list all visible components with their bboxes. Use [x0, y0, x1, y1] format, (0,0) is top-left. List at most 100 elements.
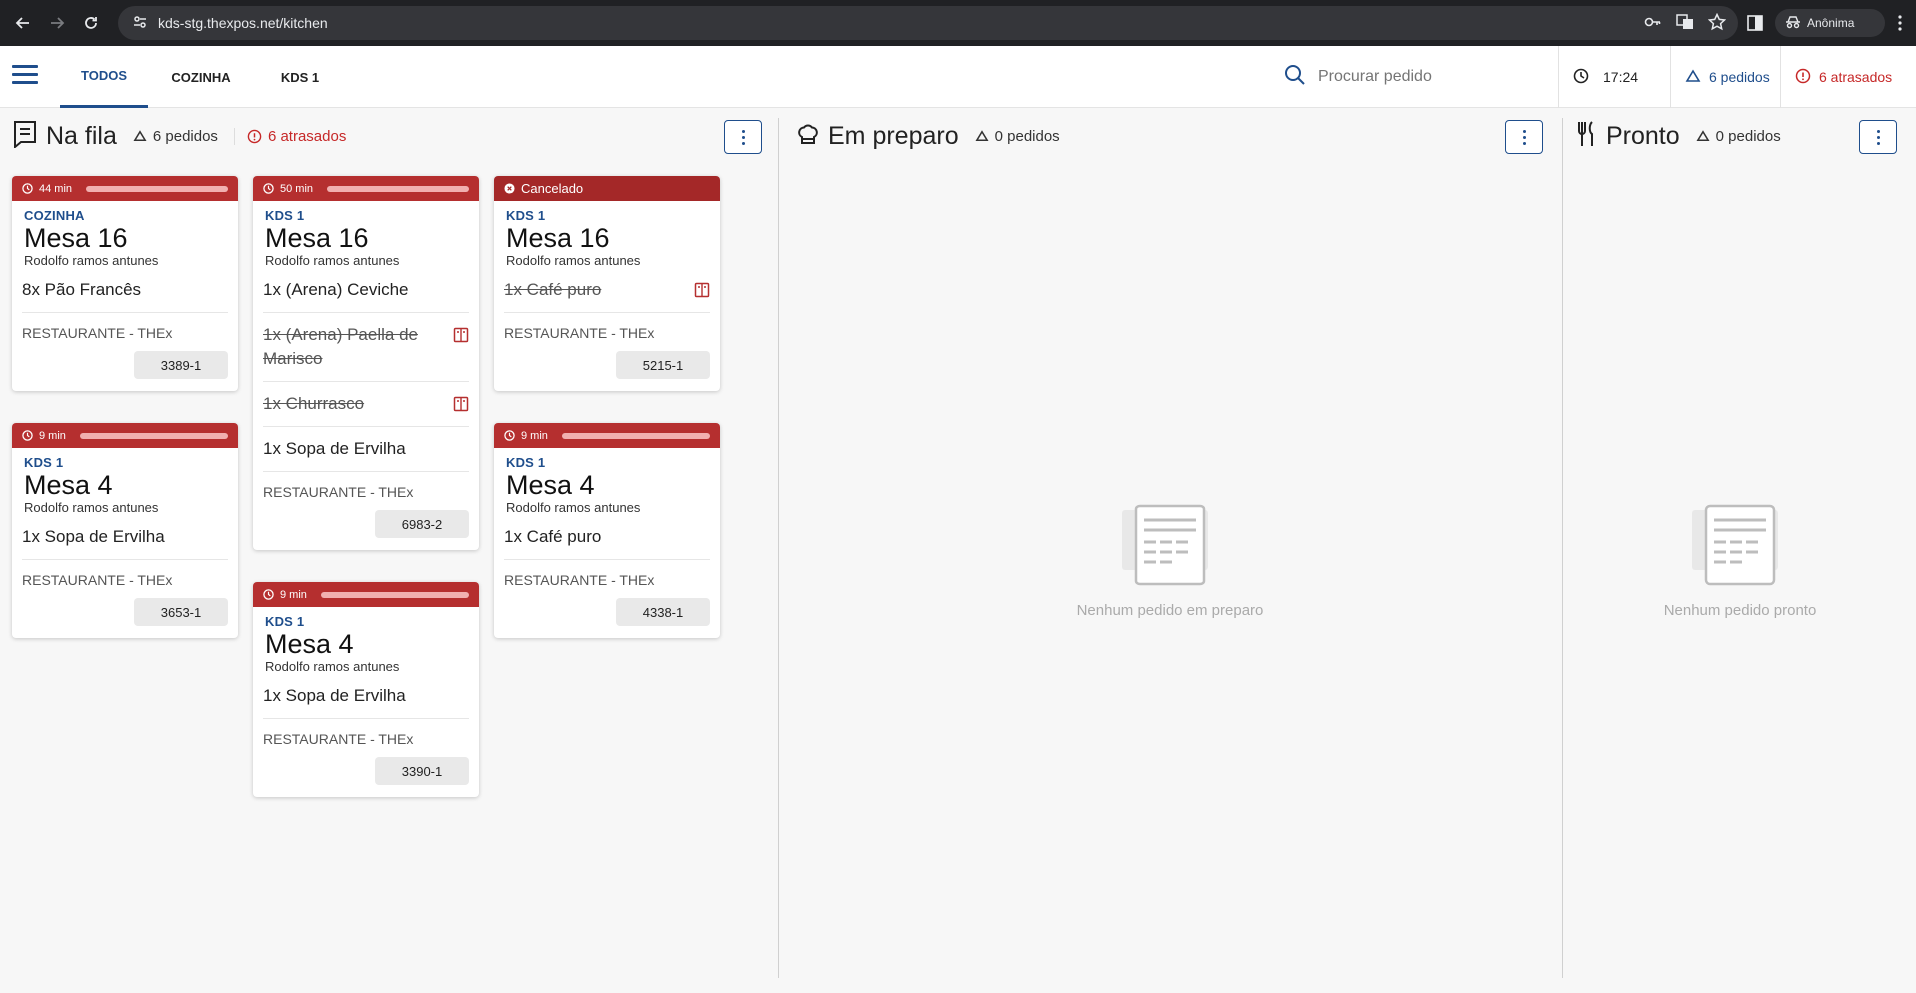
- cancel-circle-icon: [504, 183, 515, 194]
- order-sector: KDS 1: [265, 208, 305, 223]
- forward-icon[interactable]: [42, 8, 72, 38]
- order-restaurant: RESTAURANTE - THEx: [263, 731, 414, 747]
- alert-circle-icon: [1795, 68, 1811, 87]
- order-code-badge: 4338-1: [616, 598, 710, 626]
- empty-ready-text: Nenhum pedido pronto: [1663, 602, 1817, 619]
- total-orders-count: 6 pedidos: [1709, 69, 1770, 85]
- order-sector: KDS 1: [506, 455, 546, 470]
- column-title: Na fila: [46, 121, 117, 150]
- search-input[interactable]: [1318, 68, 1538, 86]
- order-item[interactable]: 8x Pão Francês: [22, 278, 228, 313]
- incognito-profile-button[interactable]: Anônima: [1775, 9, 1885, 37]
- incognito-icon: [1785, 14, 1801, 33]
- order-card[interactable]: 9 min KDS 1 Mesa 4 Rodolfo ramos antunes…: [12, 423, 238, 638]
- column-title: Em preparo: [828, 121, 959, 150]
- address-bar[interactable]: kds-stg.thexpos.net/kitchen: [118, 6, 1738, 40]
- order-sector: COZINHA: [24, 208, 85, 223]
- order-timer: 9 min: [39, 429, 66, 442]
- order-code-badge: 3390-1: [375, 757, 469, 785]
- order-code-badge: 6983-2: [375, 510, 469, 538]
- clock-icon: [22, 430, 33, 441]
- clock-time: 17:24: [1603, 69, 1639, 85]
- more-vert-icon: [1876, 128, 1880, 146]
- menu-book-icon[interactable]: [453, 327, 469, 343]
- triangle-icon: [1696, 130, 1710, 142]
- order-restaurant: RESTAURANTE - THEx: [504, 325, 655, 341]
- order-card[interactable]: Cancelado KDS 1 Mesa 16 Rodolfo ramos ant…: [494, 176, 720, 391]
- order-item-text: 1x (Arena) Paella de Marisco: [263, 325, 418, 368]
- order-sector: KDS 1: [506, 208, 546, 223]
- order-sector: KDS 1: [24, 455, 64, 470]
- order-item[interactable]: 1x Café puro: [504, 525, 710, 560]
- tab-cozinha[interactable]: COZINHA: [160, 46, 242, 108]
- total-late-stat: 6 atrasados: [1780, 46, 1916, 108]
- translate-icon[interactable]: [1676, 13, 1694, 34]
- total-orders-stat: 6 pedidos: [1670, 46, 1780, 108]
- order-table: Mesa 4: [265, 629, 354, 659]
- order-card[interactable]: 9 min KDS 1 Mesa 4 Rodolfo ramos antunes…: [253, 582, 479, 797]
- order-code-badge: 5215-1: [616, 351, 710, 379]
- order-item[interactable]: 1x (Arena) Ceviche: [263, 278, 469, 313]
- hamburger-menu-icon[interactable]: [12, 65, 38, 89]
- timer-bar: 9 min: [494, 423, 720, 448]
- order-item[interactable]: 1x Sopa de Ervilha: [263, 684, 469, 719]
- key-icon[interactable]: [1644, 13, 1662, 34]
- column-header-preparing: Em preparo 0 pedidos: [796, 118, 1060, 154]
- queue-options-button[interactable]: [724, 120, 762, 154]
- order-item[interactable]: 1x Café puro: [504, 278, 710, 313]
- ready-empty-state: Nenhum pedido pronto: [1630, 500, 1850, 619]
- order-card[interactable]: 44 min COZINHA Mesa 16 Rodolfo ramos ant…: [12, 176, 238, 391]
- menu-book-icon[interactable]: [453, 396, 469, 412]
- menu-book-icon[interactable]: [694, 282, 710, 298]
- order-restaurant: RESTAURANTE - THEx: [504, 572, 655, 588]
- utensils-icon: [1576, 120, 1598, 153]
- column-header-ready: Pronto 0 pedidos: [1576, 118, 1781, 154]
- order-code-badge: 3653-1: [134, 598, 228, 626]
- more-vert-icon[interactable]: [1890, 10, 1910, 36]
- order-item[interactable]: 1x Sopa de Ervilha: [22, 525, 228, 560]
- column-header-queue: Na fila 6 pedidos 6 atrasados: [12, 118, 346, 154]
- timer-progress: [327, 185, 469, 192]
- site-info-icon[interactable]: [132, 14, 148, 33]
- star-icon[interactable]: [1707, 12, 1727, 34]
- order-item-text: 1x Sopa de Ervilha: [263, 686, 406, 705]
- clock-icon: [22, 183, 33, 194]
- triangle-icon: [1685, 68, 1701, 86]
- clock-icon: [1573, 68, 1589, 87]
- order-item[interactable]: 1x Sopa de Ervilha: [263, 437, 469, 472]
- browser-chrome: kds-stg.thexpos.net/kitchen Anônima: [0, 0, 1916, 46]
- column-divider: [778, 118, 779, 978]
- order-customer: Rodolfo ramos antunes: [265, 659, 400, 674]
- back-icon[interactable]: [8, 8, 38, 38]
- tab-todos[interactable]: TODOS: [60, 46, 148, 108]
- order-restaurant: RESTAURANTE - THEx: [22, 572, 173, 588]
- order-customer: Rodolfo ramos antunes: [506, 500, 641, 515]
- triangle-icon: [975, 130, 989, 142]
- order-item-text: 1x Churrasco: [263, 394, 365, 413]
- order-item[interactable]: 1x (Arena) Paella de Marisco: [263, 323, 469, 382]
- column-divider: [1562, 118, 1563, 978]
- order-card[interactable]: 9 min KDS 1 Mesa 4 Rodolfo ramos antunes…: [494, 423, 720, 638]
- order-restaurant: RESTAURANTE - THEx: [22, 325, 173, 341]
- order-card[interactable]: 50 min KDS 1 Mesa 16 Rodolfo ramos antun…: [253, 176, 479, 550]
- order-customer: Rodolfo ramos antunes: [24, 253, 159, 268]
- ready-options-button[interactable]: [1859, 120, 1897, 154]
- order-customer: Rodolfo ramos antunes: [24, 500, 159, 515]
- order-code-badge: 3389-1: [134, 351, 228, 379]
- reload-icon[interactable]: [76, 8, 106, 38]
- sidebar-icon[interactable]: [1746, 14, 1764, 37]
- column-count: 6 pedidos: [133, 128, 218, 145]
- order-table: Mesa 16: [24, 223, 128, 253]
- order-item[interactable]: 1x Churrasco: [263, 392, 469, 427]
- preparing-options-button[interactable]: [1505, 120, 1543, 154]
- url-text[interactable]: kds-stg.thexpos.net/kitchen: [158, 15, 328, 31]
- empty-orders-icon: [1692, 504, 1778, 586]
- order-timer: 44 min: [39, 182, 73, 195]
- alert-circle-icon: [247, 129, 262, 143]
- order-table: Mesa 4: [24, 470, 113, 500]
- tab-kds-1[interactable]: KDS 1: [270, 46, 330, 108]
- order-item-text: 1x Sopa de Ervilha: [22, 527, 165, 546]
- search-icon: [1284, 64, 1306, 91]
- search-box[interactable]: [1284, 58, 1554, 96]
- order-table: Mesa 16: [506, 223, 610, 253]
